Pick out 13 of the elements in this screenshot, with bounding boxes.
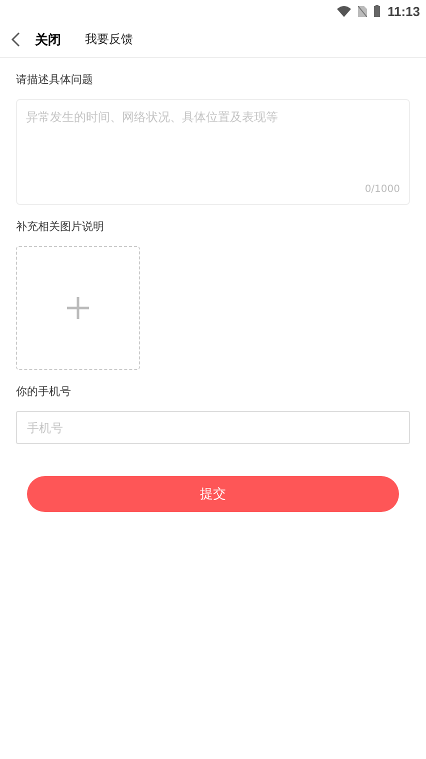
close-link[interactable]: 关闭 bbox=[35, 30, 61, 48]
back-icon[interactable] bbox=[11, 32, 20, 47]
plus-icon bbox=[67, 297, 89, 319]
battery-icon bbox=[374, 5, 380, 17]
no-sim-icon bbox=[358, 6, 368, 16]
section-label: 请描述具体问题 bbox=[16, 72, 93, 87]
phone-field[interactable]: 手机号 bbox=[16, 411, 410, 444]
section-label: 补充相关图片说明 bbox=[16, 219, 104, 234]
status-time: 11:13 bbox=[387, 4, 420, 18]
character-counter: 0/1000 bbox=[364, 184, 400, 195]
section-label: 你的手机号 bbox=[16, 384, 71, 399]
wifi-icon bbox=[337, 6, 352, 16]
page-title: 我要反馈 bbox=[85, 31, 133, 48]
